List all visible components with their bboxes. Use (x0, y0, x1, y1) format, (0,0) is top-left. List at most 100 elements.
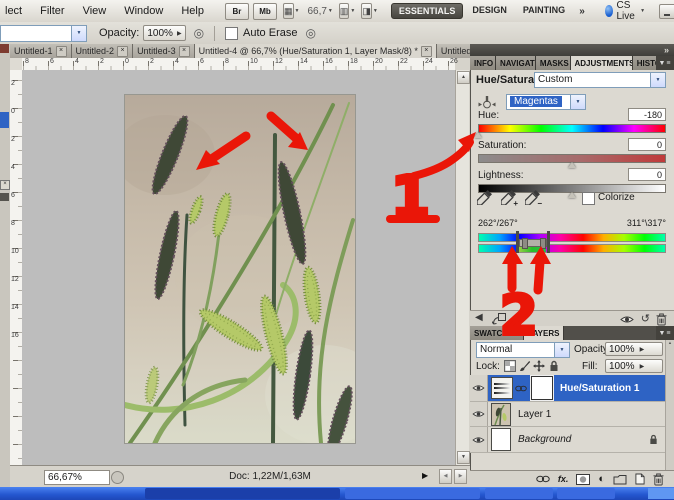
lock-all-icon[interactable] (548, 360, 560, 372)
close-icon[interactable] (56, 46, 67, 57)
horizontal-scrollbar[interactable]: ◀ ▶ (439, 469, 467, 483)
reset-icon[interactable]: ↺ (641, 312, 650, 325)
trash-icon[interactable] (656, 313, 667, 326)
opacity-input[interactable]: 100%▶ (143, 25, 185, 41)
range-feather-tab-right[interactable] (540, 238, 546, 249)
tool-preset-picker[interactable] (0, 25, 72, 42)
taskbar-button[interactable] (485, 488, 553, 499)
menu-item[interactable]: View (74, 5, 116, 17)
panel-tab[interactable]: LAYERS (524, 326, 565, 340)
panel-tab[interactable]: NAVIGAT (496, 56, 536, 70)
layer-visibility-toggle[interactable] (470, 427, 488, 452)
scroll-down-icon[interactable]: ▼ (457, 451, 470, 464)
layer-fill-input[interactable]: 100%▶ (605, 359, 663, 373)
preset-dropdown[interactable]: Custom▼ (534, 72, 666, 88)
hue-slider-thumb[interactable] (474, 132, 482, 138)
scroll-up-icon[interactable]: ▲ (457, 71, 470, 84)
status-flyout-arrow-icon[interactable]: ▶ (422, 471, 428, 480)
layer-thumbnail[interactable] (491, 403, 511, 426)
channel-dropdown[interactable]: Magentas▼ (506, 94, 586, 110)
hue-slider[interactable] (478, 124, 666, 133)
clip-to-layer-icon[interactable] (492, 313, 506, 325)
chevron-down-icon[interactable]: ▼ (72, 25, 87, 42)
scroll-left-icon[interactable]: ◀ (439, 469, 452, 484)
menu-item[interactable]: lect (0, 5, 31, 17)
targeted-adjustment-icon[interactable] (478, 94, 496, 110)
lock-transparency-icon[interactable] (504, 360, 516, 372)
close-icon[interactable] (421, 46, 432, 57)
lightness-slider-thumb[interactable] (568, 192, 576, 198)
taskbar-button[interactable] (557, 488, 615, 499)
layers-scrollbar[interactable]: ▲ (665, 340, 674, 470)
panel-tab[interactable]: SWATCHES (470, 326, 524, 340)
document-tab[interactable]: Untitled-2 (72, 44, 134, 58)
close-icon[interactable]: × (0, 180, 10, 190)
workspace-overflow-chevrons[interactable]: » (579, 6, 585, 17)
document-tab[interactable]: Untitled- (437, 44, 470, 58)
range-marker-left[interactable] (516, 231, 519, 253)
document-tab[interactable]: Untitled-4 @ 66,7% (Hue/Saturation 1, La… (195, 44, 437, 58)
mini-bridge-button[interactable]: Mb (253, 3, 277, 20)
layer-row-layer1[interactable]: Layer 1 (470, 402, 666, 427)
panel-menu-icon[interactable] (656, 326, 674, 340)
saturation-value-field[interactable]: 0 (628, 138, 666, 151)
auto-erase-checkbox[interactable] (225, 27, 238, 40)
mask-link-icon[interactable] (515, 385, 527, 392)
add-layer-mask-icon[interactable] (576, 474, 590, 485)
panel-tab[interactable]: MASKS (536, 56, 571, 70)
blend-mode-dropdown[interactable]: Normal▼ (476, 342, 570, 358)
subtract-from-sample-eyedropper-icon[interactable]: − (525, 190, 541, 206)
tablet-pressure-size-icon[interactable]: ◎ (305, 26, 315, 40)
collapse-panels-chevrons[interactable]: » (664, 45, 669, 55)
arrange-documents-icon[interactable]: ▥ (339, 3, 350, 19)
guides-grid-icon[interactable]: ▦ (283, 3, 294, 19)
taskbar-button[interactable] (345, 488, 480, 499)
new-group-folder-icon[interactable] (613, 474, 627, 485)
saturation-slider-thumb[interactable] (568, 162, 576, 168)
lock-pixels-brush-icon[interactable] (519, 360, 531, 372)
tablet-pressure-opacity-icon[interactable]: ◎ (194, 26, 204, 40)
vertical-scrollbar[interactable]: ▲ ▼ (455, 70, 469, 465)
colorize-checkbox[interactable] (582, 192, 595, 205)
zoom-level-control[interactable]: 66,7 (307, 6, 326, 17)
range-marker-right[interactable] (547, 231, 550, 253)
menu-item[interactable]: Help (172, 5, 213, 17)
new-adjustment-layer-icon[interactable]: ◐ (598, 473, 605, 485)
toggle-visibility-eye-icon[interactable] (620, 315, 634, 324)
adjustment-layer-thumbnail[interactable] (491, 377, 513, 399)
layer-row-hue-saturation[interactable]: Hue/Saturation 1 (470, 375, 666, 402)
eyedropper-icon[interactable] (477, 190, 493, 206)
layer-row-background[interactable]: Background (470, 427, 666, 453)
lock-position-move-icon[interactable] (533, 360, 545, 372)
add-to-sample-eyedropper-icon[interactable]: + (501, 190, 517, 206)
panel-menu-icon[interactable] (656, 56, 674, 70)
zoom-percentage-field[interactable]: 66,67% (44, 470, 110, 485)
delete-layer-trash-icon[interactable] (653, 473, 664, 486)
range-feather-tab-left[interactable] (522, 238, 528, 249)
link-layers-icon[interactable] (536, 475, 550, 483)
layer-opacity-input[interactable]: 100%▶ (605, 342, 663, 356)
lightness-value-field[interactable]: 0 (628, 168, 666, 181)
hue-value-field[interactable]: -180 (628, 108, 666, 121)
close-icon[interactable] (117, 46, 128, 57)
screen-mode-icon[interactable]: ◨ (361, 3, 372, 19)
new-layer-icon[interactable] (635, 473, 645, 485)
workspace-button[interactable]: PAINTING (516, 3, 572, 19)
photo-image[interactable] (125, 95, 355, 443)
layer-style-fx-icon[interactable]: fx. (558, 474, 569, 484)
layer-mask-thumbnail[interactable] (531, 376, 553, 400)
document-tab[interactable]: Untitled-3 (133, 44, 195, 58)
workspace-button[interactable]: DESIGN (465, 3, 514, 19)
cs-live-button[interactable]: CS Live ▼ (605, 0, 647, 22)
workspace-button[interactable]: ESSENTIALS (391, 3, 464, 19)
layer-name[interactable]: Background (518, 434, 571, 445)
taskbar-button-active[interactable] (145, 488, 340, 499)
menu-item[interactable]: Window (115, 5, 172, 17)
document-tab[interactable]: Untitled-1 (10, 44, 72, 58)
layer-name[interactable]: Layer 1 (518, 409, 551, 420)
bridge-button[interactable]: Br (225, 3, 249, 20)
panel-tab[interactable]: ADJUSTMENTS (571, 56, 633, 70)
layer-thumbnail[interactable] (491, 428, 511, 451)
minimize-button[interactable] (659, 4, 674, 19)
layer-name[interactable]: Hue/Saturation 1 (560, 383, 639, 394)
